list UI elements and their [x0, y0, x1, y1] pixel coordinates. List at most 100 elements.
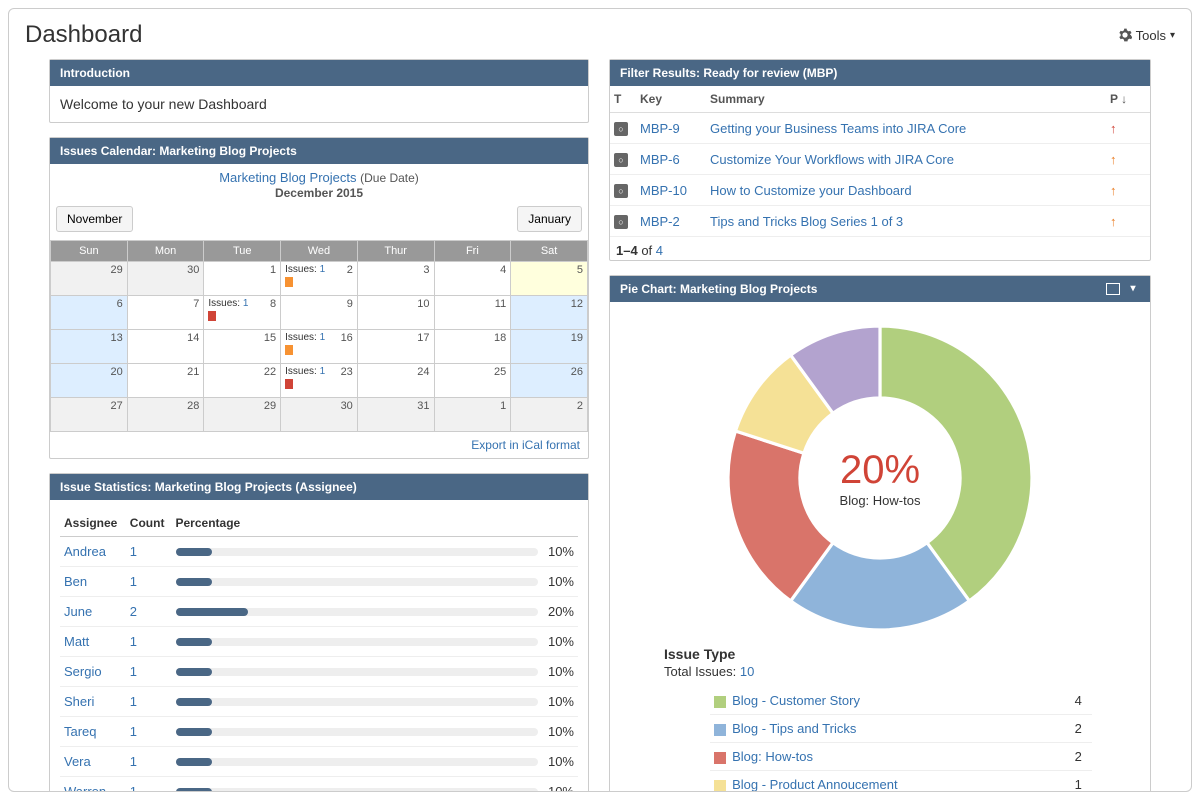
calendar-cell[interactable]: 30: [281, 398, 358, 432]
priority-icon: ↑: [1110, 214, 1117, 229]
calendar-cell[interactable]: 8Issues: 1: [204, 296, 281, 330]
calendar-project-link[interactable]: Marketing Blog Projects: [219, 170, 356, 185]
calendar-cell[interactable]: 2Issues: 1: [281, 262, 358, 296]
calendar-cell[interactable]: 17: [357, 330, 434, 364]
calendar-cell[interactable]: 31: [357, 398, 434, 432]
calendar-cell[interactable]: 2: [511, 398, 588, 432]
filter-row: ○ MBP-10 How to Customize your Dashboard ↑: [610, 175, 1150, 206]
calendar-cell[interactable]: 21: [127, 364, 204, 398]
calendar-cell[interactable]: 7: [127, 296, 204, 330]
calendar-cell[interactable]: 13: [51, 330, 128, 364]
assignee-link[interactable]: Andrea: [64, 544, 106, 559]
stats-panel: Issue Statistics: Marketing Blog Project…: [49, 473, 589, 792]
calendar-cell[interactable]: 29: [204, 398, 281, 432]
stats-row: Matt110%: [60, 627, 578, 657]
calendar-cell[interactable]: 11: [434, 296, 511, 330]
calendar-cell[interactable]: 5: [511, 262, 588, 296]
assignee-link[interactable]: Sheri: [64, 694, 94, 709]
legend-link[interactable]: Blog - Customer Story: [732, 693, 860, 708]
legend-link[interactable]: Blog - Tips and Tricks: [732, 721, 856, 736]
calendar-cell[interactable]: 27: [51, 398, 128, 432]
stats-row: Tareq110%: [60, 717, 578, 747]
issue-summary-link[interactable]: How to Customize your Dashboard: [710, 183, 912, 198]
calendar-prev-button[interactable]: November: [56, 206, 133, 232]
issue-type-icon: ○: [614, 215, 628, 229]
issue-type-icon: ○: [614, 184, 628, 198]
calendar-cell[interactable]: 15: [204, 330, 281, 364]
assignee-link[interactable]: Sergio: [64, 664, 102, 679]
calendar-cell[interactable]: 26: [511, 364, 588, 398]
tools-menu-button[interactable]: Tools ▾: [1118, 28, 1175, 43]
calendar-cell[interactable]: 22: [204, 364, 281, 398]
chevron-down-icon: ▾: [1170, 30, 1175, 41]
assignee-link[interactable]: Matt: [64, 634, 89, 649]
pie-total-link[interactable]: 10: [740, 664, 754, 679]
priority-icon: ↑: [1110, 121, 1117, 136]
issue-key-link[interactable]: MBP-2: [640, 214, 680, 229]
legend-link[interactable]: Blog: How-tos: [732, 749, 813, 764]
intro-text: Welcome to your new Dashboard: [50, 86, 588, 122]
stats-row: Warren110%: [60, 777, 578, 793]
pie-legend: Blog - Customer Story4 Blog - Tips and Tr…: [710, 687, 1092, 792]
calendar-cell[interactable]: 4: [434, 262, 511, 296]
calendar-cell[interactable]: 25: [434, 364, 511, 398]
legend-link[interactable]: Blog - Product Annoucement: [732, 777, 898, 792]
calendar-cell[interactable]: 20: [51, 364, 128, 398]
issue-key-link[interactable]: MBP-9: [640, 121, 680, 136]
calendar-cell[interactable]: 29: [51, 262, 128, 296]
pager-total-link[interactable]: 4: [656, 243, 663, 258]
issue-summary-link[interactable]: Getting your Business Teams into JIRA Co…: [710, 121, 966, 136]
gear-icon: [1118, 28, 1132, 42]
chevron-down-icon[interactable]: ▾: [1126, 283, 1140, 295]
stats-row: Ben110%: [60, 567, 578, 597]
assignee-link[interactable]: Tareq: [64, 724, 97, 739]
calendar-panel: Issues Calendar: Marketing Blog Projects…: [49, 137, 589, 459]
filter-panel: Filter Results: Ready for review (MBP) T…: [609, 59, 1151, 261]
calendar-next-button[interactable]: January: [517, 206, 582, 232]
issue-summary-link[interactable]: Customize Your Workflows with JIRA Core: [710, 152, 954, 167]
calendar-cell[interactable]: 9: [281, 296, 358, 330]
stats-row: Sheri110%: [60, 687, 578, 717]
filter-table: T Key Summary P ↓ ○MBP-9Getting your Bus…: [610, 86, 1150, 237]
calendar-cell[interactable]: 12: [511, 296, 588, 330]
priority-icon: ↑: [1110, 183, 1117, 198]
legend-row: Blog - Customer Story4: [710, 687, 1092, 715]
calendar-cell[interactable]: 1: [434, 398, 511, 432]
filter-header: Filter Results: Ready for review (MBP): [610, 60, 1150, 86]
calendar-cell[interactable]: 18: [434, 330, 511, 364]
calendar-cell[interactable]: 10: [357, 296, 434, 330]
calendar-cell[interactable]: 24: [357, 364, 434, 398]
stats-row: June220%: [60, 597, 578, 627]
stats-row: Sergio110%: [60, 657, 578, 687]
issue-key-link[interactable]: MBP-10: [640, 183, 687, 198]
assignee-link[interactable]: June: [64, 604, 92, 619]
assignee-link[interactable]: Ben: [64, 574, 87, 589]
calendar-cell[interactable]: 30: [127, 262, 204, 296]
assignee-link[interactable]: Vera: [64, 754, 91, 769]
calendar-cell[interactable]: 16Issues: 1: [281, 330, 358, 364]
calendar-grid: SunMonTueWedThurFriSat 293012Issues: 134…: [50, 240, 588, 432]
calendar-cell[interactable]: 1: [204, 262, 281, 296]
calendar-cell[interactable]: 19: [511, 330, 588, 364]
filter-row: ○ MBP-2 Tips and Tricks Blog Series 1 of 3…: [610, 206, 1150, 237]
sort-down-icon: ↓: [1121, 92, 1127, 106]
issue-type-icon: ○: [614, 122, 628, 136]
stats-row: Andrea110%: [60, 537, 578, 567]
legend-row: Blog: How-tos2: [710, 743, 1092, 771]
calendar-cell[interactable]: 23Issues: 1: [281, 364, 358, 398]
legend-row: Blog - Product Annoucement1: [710, 771, 1092, 793]
issue-key-link[interactable]: MBP-6: [640, 152, 680, 167]
issue-type-icon: ○: [614, 153, 628, 167]
pie-center-percent: 20%: [840, 448, 921, 493]
stats-row: Vera110%: [60, 747, 578, 777]
calendar-cell[interactable]: 28: [127, 398, 204, 432]
calendar-cell[interactable]: 14: [127, 330, 204, 364]
calendar-export-link[interactable]: Export in iCal format: [50, 432, 588, 458]
calendar-cell[interactable]: 6: [51, 296, 128, 330]
page-title: Dashboard: [25, 21, 142, 49]
issue-summary-link[interactable]: Tips and Tricks Blog Series 1 of 3: [710, 214, 903, 229]
stats-header: Issue Statistics: Marketing Blog Project…: [50, 474, 588, 500]
restore-icon[interactable]: [1106, 283, 1120, 295]
assignee-link[interactable]: Warren: [64, 784, 106, 792]
calendar-cell[interactable]: 3: [357, 262, 434, 296]
